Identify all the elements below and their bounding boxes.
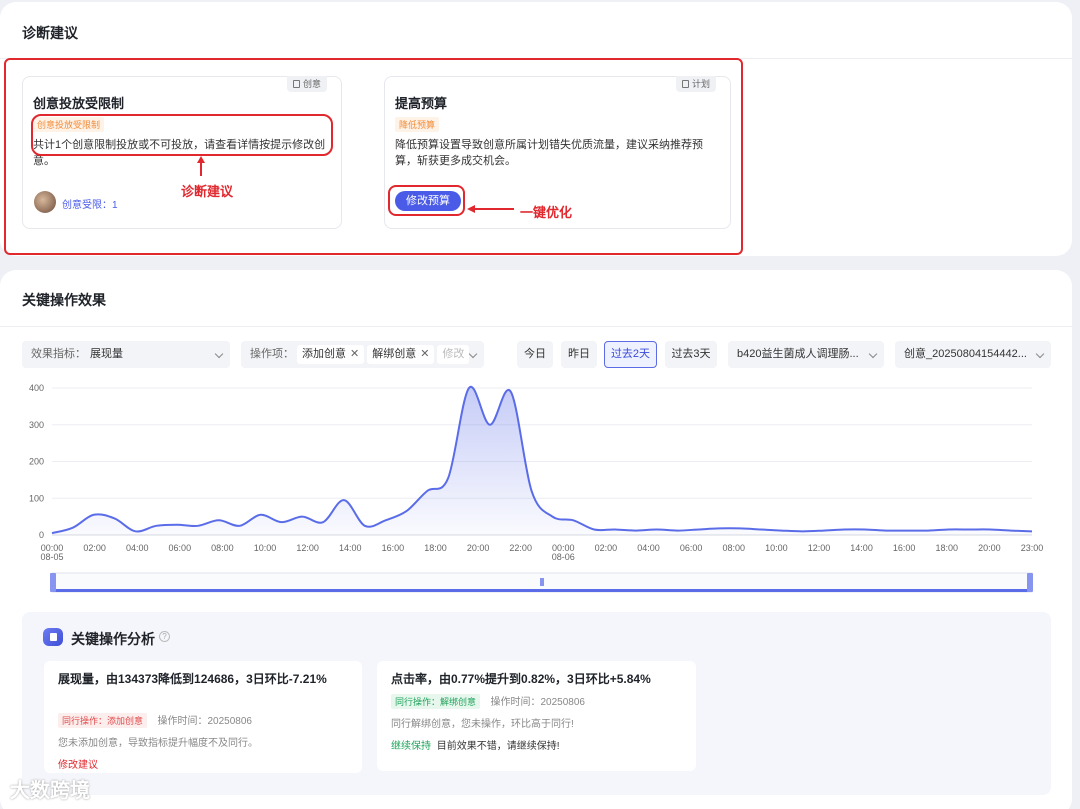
- impressions-chart: 4003002001000 00:00 02:00 04:00 06:00 08:00 1…: [29, 383, 1044, 593]
- date-past3-button[interactable]: 过去3天: [665, 341, 717, 368]
- analysis-headline: 展现量，由134373降低到124686，3日环比-7.21%: [58, 672, 327, 686]
- annotation-highlight-button: [388, 185, 465, 216]
- x-tick-label: 02:00: [595, 543, 618, 553]
- metric-select[interactable]: 效果指标： 展现量: [22, 341, 230, 368]
- op-chip[interactable]: 解绑创意 ✕: [367, 344, 435, 364]
- analysis-meta: 同行操作：添加创意 操作时间：20250806: [58, 711, 252, 729]
- x-tick-label: 22:00: [509, 543, 532, 553]
- x-tick-label: 20:00: [978, 543, 1001, 553]
- date-yesterday-button[interactable]: 昨日: [561, 341, 597, 368]
- range-slider-left-handle[interactable]: [50, 573, 56, 592]
- series-area: [52, 386, 1032, 535]
- op-time: 操作时间：20250806: [157, 716, 252, 727]
- annotation-highlight-description: [31, 114, 333, 156]
- x-tick-label: 08:00: [722, 543, 745, 553]
- range-slider-center-grip[interactable]: [540, 578, 544, 586]
- range-slider-selection: [52, 589, 1032, 592]
- analysis-note: 同行解绑创意，您未操作，环比高于同行!: [391, 719, 574, 730]
- y-tick-label: 200: [29, 457, 44, 467]
- y-tick-label: 300: [29, 420, 44, 430]
- op-chip-overflow: 修改: [437, 344, 470, 364]
- x-tick-label: 10:00: [765, 543, 788, 553]
- close-icon[interactable]: ✕: [350, 348, 359, 360]
- close-icon[interactable]: ✕: [420, 348, 429, 360]
- x-tick-label: 16:00: [893, 543, 916, 553]
- peer-op-tag: 同行操作：添加创意: [58, 713, 148, 728]
- x-tick-label: 16:00: [382, 543, 405, 553]
- analysis-meta: 同行操作：解绑创意 操作时间：20250806: [391, 692, 585, 710]
- chevron-down-icon: [214, 349, 224, 359]
- x-tick-label: 20:00: [467, 543, 490, 553]
- effect-title: 关键操作效果: [22, 292, 106, 308]
- keep-label: 继续保持: [391, 741, 431, 752]
- date-today-button[interactable]: 今日: [517, 341, 553, 368]
- keep-text: 目前效果不错，请继续保持!: [436, 741, 560, 752]
- x-tick-label: 23:00: [1021, 543, 1044, 553]
- x-tick-label: 18:00: [424, 543, 447, 553]
- x-tick-label: 04:00: [126, 543, 149, 553]
- analysis-title: 关键操作分析: [71, 631, 155, 647]
- x-tick-label: 10:00: [254, 543, 277, 553]
- watermark: 大数跨境: [10, 780, 90, 802]
- x-tick-label: 14:00: [850, 543, 873, 553]
- x-tick-label: 04:00: [637, 543, 660, 553]
- operation-select[interactable]: 操作项： 添加创意 ✕ 解绑创意 ✕ 修改: [241, 341, 484, 368]
- x-tick-label: 12:00: [808, 543, 831, 553]
- op-chip[interactable]: 添加创意 ✕: [297, 344, 365, 364]
- x-tick-label: 08:00: [211, 543, 234, 553]
- chevron-down-icon: [468, 349, 478, 359]
- product-select[interactable]: b420益生菌成人调理肠...: [728, 341, 884, 368]
- x-tick-label: 18:00: [936, 543, 959, 553]
- x-date-label: 08-06: [552, 552, 575, 562]
- x-date-label: 08-05: [40, 552, 63, 562]
- keep-message: 继续保持 目前效果不错，请继续保持!: [391, 737, 560, 752]
- annotation-label-diagnosis: 诊断建议: [181, 184, 234, 199]
- chevron-down-icon: [1035, 349, 1045, 359]
- range-slider-right-handle[interactable]: [1027, 573, 1033, 592]
- x-tick-label: 06:00: [169, 543, 192, 553]
- annotation-label-optimize: 一键优化: [520, 205, 573, 220]
- annotation-arrow-shaft: [474, 208, 514, 210]
- divider: [0, 326, 1072, 327]
- analysis-headline: 点击率，由0.77%提升到0.82%，3日环比+5.84%: [391, 672, 651, 686]
- chevron-down-icon: [868, 349, 878, 359]
- creative-select[interactable]: 创意_20250804154442...: [895, 341, 1051, 368]
- annotation-frame: [4, 58, 743, 255]
- analysis-card-impressions: 展现量，由134373降低到124686，3日环比-7.21% 同行操作：添加创…: [44, 661, 362, 773]
- op-time: 操作时间：20250806: [490, 697, 585, 708]
- x-tick-label: 02:00: [83, 543, 106, 553]
- y-tick-label: 400: [29, 383, 44, 393]
- y-tick-label: 0: [39, 530, 44, 540]
- date-past2-button[interactable]: 过去2天: [604, 341, 657, 368]
- peer-op-tag: 同行操作：解绑创意: [391, 694, 481, 709]
- x-tick-label: 12:00: [296, 543, 319, 553]
- diagnosis-title: 诊断建议: [22, 25, 78, 41]
- help-icon[interactable]: ?: [159, 631, 170, 642]
- analysis-icon: [43, 628, 63, 646]
- x-tick-label: 06:00: [680, 543, 703, 553]
- modify-advice-link[interactable]: 修改建议: [58, 756, 98, 771]
- x-tick-label: 14:00: [339, 543, 362, 553]
- annotation-arrow-shaft: [200, 162, 202, 176]
- analysis-card-ctr: 点击率，由0.77%提升到0.82%，3日环比+5.84% 同行操作：解绑创意 …: [377, 661, 696, 771]
- analysis-note: 您未添加创意，导致指标提升幅度不及同行。: [58, 738, 258, 749]
- y-tick-label: 100: [29, 493, 44, 503]
